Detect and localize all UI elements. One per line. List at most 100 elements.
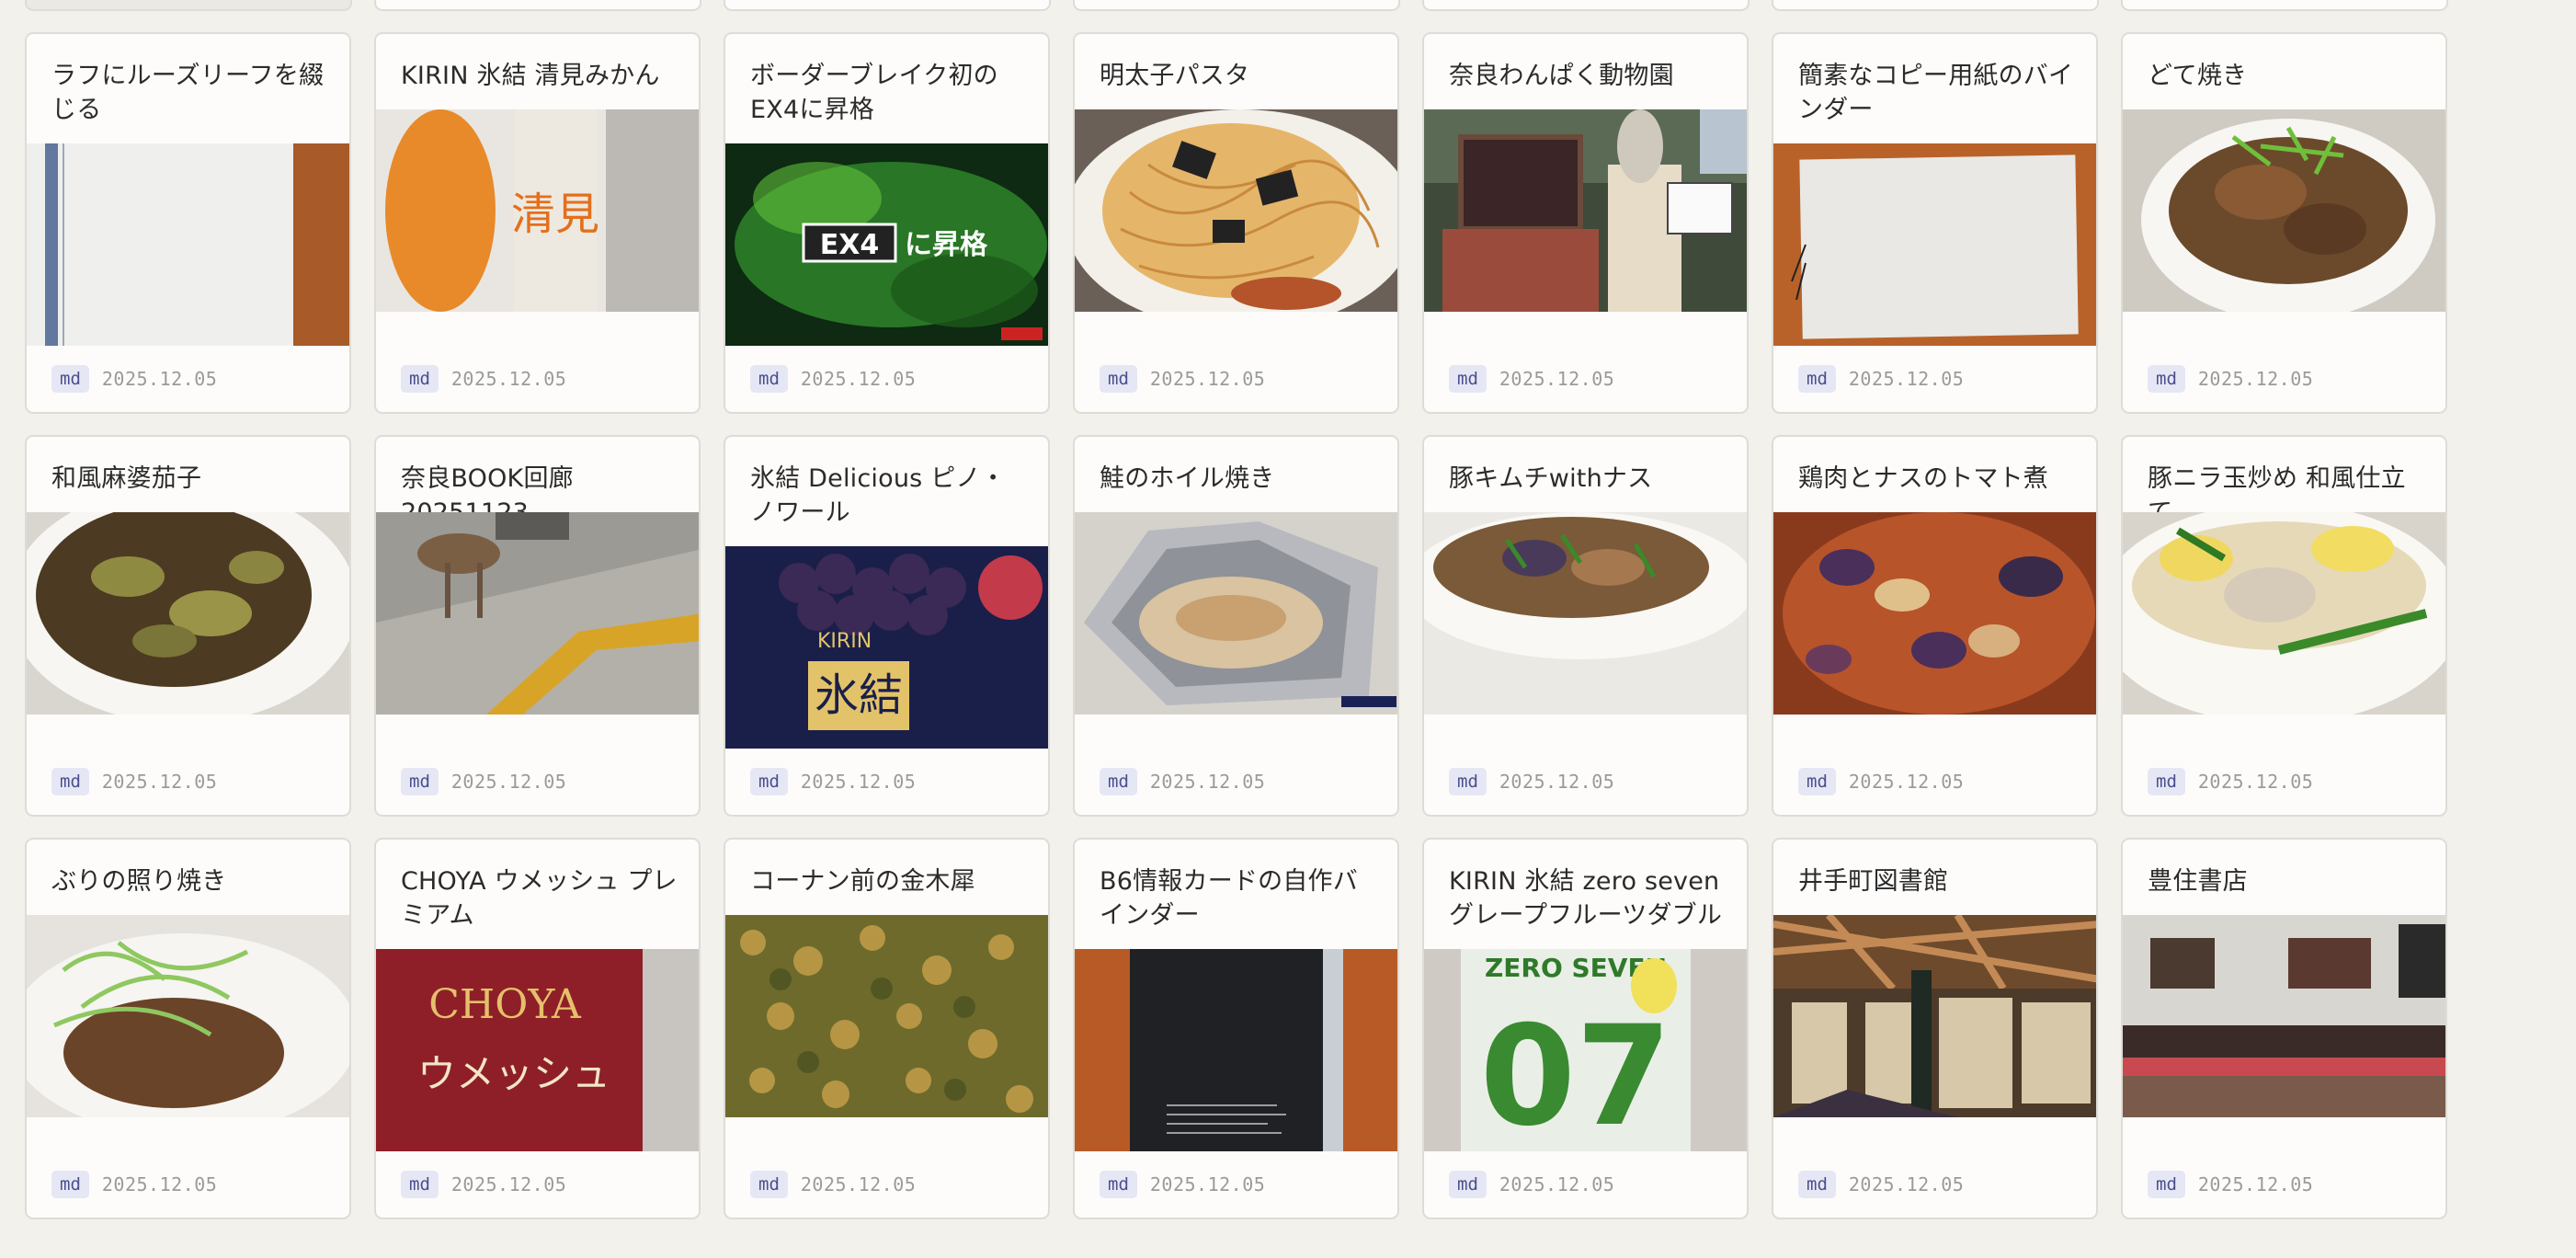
previous-row-card-partial[interactable] — [2121, 0, 2448, 11]
card-date: 2025.12.05 — [1149, 368, 1266, 390]
card-meta: md 2025.12.05 — [1449, 365, 1614, 393]
note-card[interactable]: 簡素なコピー用紙のバインダー md 2025.12.05 — [1772, 32, 2098, 414]
note-card[interactable]: 奈良わんぱく動物園 md 2025.12.05 — [1422, 32, 1749, 414]
card-thumbnail — [725, 915, 1048, 1117]
type-badge: md — [1449, 1171, 1487, 1198]
note-card[interactable]: 豚ニラ玉炒め 和風仕立て md 2025.12.05 — [2121, 435, 2447, 817]
type-badge: md — [51, 365, 89, 393]
previous-row-card-partial[interactable] — [1073, 0, 1400, 11]
card-date: 2025.12.05 — [1499, 1173, 1615, 1195]
card-date: 2025.12.05 — [101, 368, 218, 390]
card-thumbnail — [1773, 143, 2096, 346]
card-title: 井手町図書館 — [1798, 867, 1949, 896]
card-title: ラフにルーズリーフを綴じる — [51, 62, 325, 124]
card-thumbnail — [27, 915, 349, 1117]
card-meta: md 2025.12.05 — [401, 1171, 566, 1198]
card-date: 2025.12.05 — [800, 1173, 917, 1195]
type-badge: md — [401, 768, 439, 795]
card-date: 2025.12.05 — [1848, 1173, 1965, 1195]
card-date: 2025.12.05 — [1848, 771, 1965, 793]
note-card[interactable]: 豚キムチwithナス md 2025.12.05 — [1422, 435, 1749, 817]
card-meta: md 2025.12.05 — [2148, 1171, 2313, 1198]
note-card[interactable]: 氷結 Delicious ピノ・ノワール KIRIN 氷結 md 2025.12… — [724, 435, 1050, 817]
note-card[interactable]: コーナン前の金木犀 md 2025.12.05 — [724, 838, 1050, 1219]
card-date: 2025.12.05 — [101, 1173, 218, 1195]
card-thumbnail — [1075, 109, 1397, 312]
card-meta: md 2025.12.05 — [750, 1171, 916, 1198]
card-meta: md 2025.12.05 — [51, 1171, 217, 1198]
card-title: 豊住書店 — [2148, 867, 2248, 896]
can-label: 清見 — [511, 189, 599, 240]
type-badge: md — [750, 365, 788, 393]
card-meta: md 2025.12.05 — [1449, 1171, 1614, 1198]
card-title: ボーダーブレイク初のEX4に昇格 — [750, 62, 998, 124]
type-badge: md — [2148, 1171, 2185, 1198]
previous-row-card-partial[interactable] — [25, 0, 352, 11]
type-badge: md — [750, 768, 788, 795]
note-card[interactable]: 豊住書店 md 2025.12.05 — [2121, 838, 2447, 1219]
previous-row-card-partial[interactable] — [374, 0, 701, 11]
type-badge: md — [1100, 768, 1137, 795]
card-meta: md 2025.12.05 — [1100, 1171, 1265, 1198]
card-thumbnail — [376, 512, 699, 715]
card-thumbnail: CHOYA ウメッシュ — [376, 949, 699, 1151]
note-card[interactable]: どて焼き md 2025.12.05 — [2121, 32, 2447, 414]
note-card[interactable]: ボーダーブレイク初のEX4に昇格 EX4 に昇格 md 2025.12.05 — [724, 32, 1050, 414]
card-date: 2025.12.05 — [1499, 771, 1615, 793]
card-date: 2025.12.05 — [450, 1173, 567, 1195]
card-thumbnail — [2123, 915, 2445, 1117]
note-card[interactable]: ラフにルーズリーフを綴じる md 2025.12.05 — [25, 32, 351, 414]
card-date: 2025.12.05 — [101, 771, 218, 793]
card-meta: md 2025.12.05 — [2148, 768, 2313, 795]
note-card[interactable]: ぶりの照り焼き md 2025.12.05 — [25, 838, 351, 1219]
card-date: 2025.12.05 — [800, 368, 917, 390]
note-card[interactable]: 井手町図書館 md 2025.12.05 — [1772, 838, 2098, 1219]
card-meta: md 2025.12.05 — [1100, 365, 1265, 393]
card-title: コーナン前の金木犀 — [750, 867, 975, 896]
card-title: 明太子パスタ — [1100, 62, 1250, 90]
card-date: 2025.12.05 — [800, 771, 917, 793]
can-brand: CHOYA — [428, 981, 582, 1028]
type-badge: md — [2148, 365, 2185, 393]
card-thumbnail: ZERO SEVEN 07 — [1424, 949, 1747, 1151]
card-thumbnail — [27, 512, 349, 715]
card-date: 2025.12.05 — [1848, 368, 1965, 390]
card-title: どて焼き — [2148, 62, 2248, 90]
can-label: 07 — [1480, 997, 1672, 1151]
card-title: B6情報カードの自作バインダー — [1100, 867, 1358, 930]
note-card[interactable]: 和風麻婆茄子 md 2025.12.05 — [25, 435, 351, 817]
type-badge: md — [1798, 365, 1836, 393]
card-meta: md 2025.12.05 — [750, 768, 916, 795]
card-thumbnail — [1075, 949, 1397, 1151]
note-card[interactable]: B6情報カードの自作バインダー md 2025.12.05 — [1073, 838, 1399, 1219]
card-title: 豚キムチwithナス — [1449, 464, 1653, 493]
note-card[interactable]: CHOYA ウメッシュ プレミアム CHOYA ウメッシュ md 2025.12… — [374, 838, 701, 1219]
card-meta: md 2025.12.05 — [2148, 365, 2313, 393]
card-meta: md 2025.12.05 — [750, 365, 916, 393]
card-title: 奈良わんぱく動物園 — [1449, 62, 1674, 90]
note-card[interactable]: 明太子パスタ md 2025.12.05 — [1073, 32, 1399, 414]
note-card[interactable]: KIRIN 氷結 zero seven グレープフルーツダブル ZERO SEV… — [1422, 838, 1749, 1219]
type-badge: md — [1449, 768, 1487, 795]
card-meta: md 2025.12.05 — [51, 365, 217, 393]
note-card[interactable]: 鮭のホイル焼き md 2025.12.05 — [1073, 435, 1399, 817]
previous-row-card-partial[interactable] — [724, 0, 1051, 11]
note-card[interactable]: 奈良BOOK回廊20251123 md 2025.12.05 — [374, 435, 701, 817]
card-title: 和風麻婆茄子 — [51, 464, 202, 493]
type-badge: md — [750, 1171, 788, 1198]
card-date: 2025.12.05 — [1149, 771, 1266, 793]
card-meta: md 2025.12.05 — [51, 768, 217, 795]
type-badge: md — [1449, 365, 1487, 393]
card-thumbnail — [1075, 512, 1397, 715]
previous-row-card-partial[interactable] — [1772, 0, 2099, 11]
card-meta: md 2025.12.05 — [1798, 365, 1964, 393]
previous-row-card-partial[interactable] — [1422, 0, 1750, 11]
card-title: CHOYA ウメッシュ プレミアム — [401, 867, 678, 930]
note-card[interactable]: 鶏肉とナスのトマト煮 md 2025.12.05 — [1772, 435, 2098, 817]
card-thumbnail: 清見 — [376, 109, 699, 312]
card-date: 2025.12.05 — [2197, 368, 2314, 390]
note-card[interactable]: KIRIN 氷結 清見みかん 清見 md 2025.12.05 — [374, 32, 701, 414]
type-badge: md — [2148, 768, 2185, 795]
card-thumbnail — [1424, 512, 1747, 715]
card-title: 氷結 Delicious ピノ・ノワール — [750, 464, 1006, 527]
